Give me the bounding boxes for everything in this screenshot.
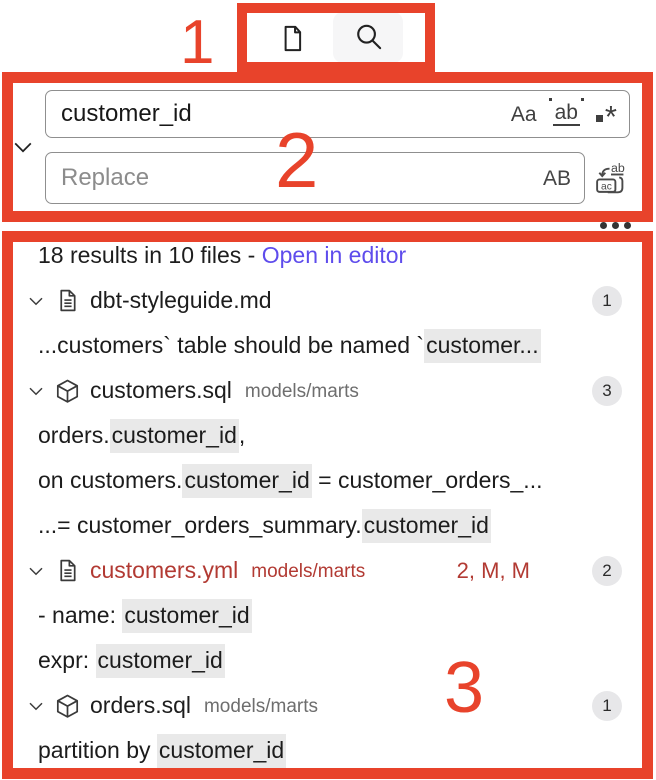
model-cube-icon: [55, 378, 80, 403]
file-path: models/marts: [203, 696, 319, 717]
match-count-badge: 3: [592, 375, 622, 406]
file-result-row[interactable]: dbt-styleguide.md 1: [13, 278, 643, 323]
file-name: customers.yml: [90, 557, 239, 583]
file-result-row[interactable]: customers.yml models/marts 2, M, M 2: [13, 548, 643, 593]
file-icon: [55, 558, 80, 583]
match-context-text: expr:: [38, 647, 96, 673]
match-result-row[interactable]: ...= customer_orders_summary. customer_id: [13, 503, 643, 548]
match-highlight-text: customer_id: [182, 463, 312, 498]
regex-icon[interactable]: *: [595, 101, 617, 133]
model-cube-icon: [55, 693, 80, 718]
row-right-section: 1: [592, 285, 643, 316]
search-query-text: customer_id: [61, 100, 192, 127]
replace-all-icon: ab ac: [592, 161, 630, 200]
svg-text:ab: ab: [611, 161, 625, 175]
search-results-panel: 18 results in 10 files - Open in editor …: [13, 233, 643, 770]
match-count-badge: 1: [592, 690, 622, 721]
annotation-label-1: 1: [180, 8, 215, 77]
results-summary-text: 18 results in 10 files: [38, 242, 242, 268]
match-result-row[interactable]: - name: customer_id: [13, 593, 643, 638]
file-result-row[interactable]: orders.sql models/marts 1: [13, 683, 643, 728]
summary-separator: -: [241, 242, 262, 268]
svg-text:ac: ac: [601, 182, 612, 193]
match-context-text: - name:: [38, 602, 123, 628]
file-name: dbt-styleguide.md: [90, 287, 272, 313]
match-context-text: = customer_orders_...: [311, 467, 543, 493]
search-icon: [353, 21, 384, 55]
match-highlight-text: customer_id: [361, 508, 491, 543]
match-context-text: on customers.: [38, 467, 183, 493]
match-highlight-text: customer_id: [109, 418, 239, 453]
replace-all-button[interactable]: ab ac: [592, 159, 630, 197]
match-result-row[interactable]: ...customers` table should be named ` cus…: [13, 323, 643, 368]
chevron-down-icon[interactable]: [26, 696, 46, 716]
file-path: models/marts: [244, 381, 359, 402]
match-result-row[interactable]: on customers. customer_id = customer_orde…: [13, 458, 643, 503]
replace-placeholder: Replace: [61, 164, 150, 191]
match-highlight-text: customer_id: [122, 598, 252, 633]
file-name: customers.sql: [90, 377, 232, 403]
match-highlight-text: customer...: [424, 328, 541, 363]
toggle-replace-button[interactable]: [9, 134, 37, 162]
match-result-row[interactable]: partition by customer_id: [13, 728, 643, 770]
search-input[interactable]: customer_id Aa ab *: [45, 90, 630, 138]
toggle-search-details-icon[interactable]: [600, 222, 631, 229]
row-right-section: 2, M, M 2: [456, 555, 643, 586]
search-tab-button[interactable]: [333, 12, 403, 63]
match-result-row[interactable]: orders. customer_id,: [13, 413, 643, 458]
preserve-case-icon[interactable]: AB: [543, 168, 571, 189]
file-path: models/marts: [251, 561, 366, 582]
match-count-badge: 2: [592, 555, 622, 586]
results-summary-row: 18 results in 10 files - Open in editor: [13, 233, 643, 278]
chevron-down-icon[interactable]: [26, 291, 46, 311]
match-case-icon[interactable]: Aa: [511, 104, 537, 125]
file-result-row[interactable]: customers.sql models/marts 3: [13, 368, 643, 413]
files-tab-button[interactable]: [268, 16, 316, 64]
match-context-text: partition by: [38, 737, 157, 763]
match-context-text: ...= customer_orders_summary.: [38, 512, 362, 538]
result-rows: dbt-styleguide.md 1 ...customers` table sh…: [13, 278, 643, 770]
match-highlight-text: customer_id: [156, 733, 287, 768]
document-icon: [278, 24, 307, 56]
file-name: orders.sql: [90, 692, 191, 718]
match-result-row[interactable]: expr: customer_id: [13, 638, 643, 683]
replace-input[interactable]: Replace AB: [45, 152, 585, 204]
open-in-editor-link[interactable]: Open in editor: [262, 242, 406, 269]
chevron-down-icon[interactable]: [26, 561, 46, 581]
chevron-down-icon: [10, 134, 36, 163]
match-count-badge: 1: [592, 285, 622, 316]
match-highlight-text: customer_id: [95, 643, 225, 678]
match-context-text: ,: [238, 422, 246, 448]
search-options: Aa ab *: [511, 98, 617, 133]
whole-word-icon[interactable]: ab: [548, 98, 584, 126]
match-context-text: orders.: [38, 422, 110, 448]
chevron-down-icon[interactable]: [26, 381, 46, 401]
match-context-text: ...customers` table should be named `: [38, 332, 425, 358]
row-right-section: 3: [592, 375, 643, 406]
row-right-section: 1: [592, 690, 643, 721]
file-icon: [55, 288, 80, 313]
git-decoration-text: 2, M, M: [456, 557, 530, 583]
